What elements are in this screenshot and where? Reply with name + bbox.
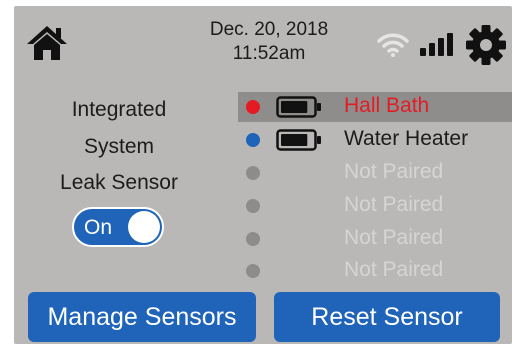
sensor-name: Hall Bath (344, 94, 430, 117)
signal-icon (418, 30, 458, 58)
sensor-row[interactable]: Not Paired (238, 223, 512, 255)
manage-sensors-button[interactable]: Manage Sensors (28, 292, 256, 342)
home-icon[interactable] (26, 24, 68, 62)
status-dot (246, 133, 260, 147)
gear-icon[interactable] (465, 24, 507, 66)
sensor-row[interactable]: Not Paired (238, 157, 512, 189)
sensor-row[interactable]: Not Paired (238, 190, 512, 222)
title-line-2: System (83, 135, 154, 158)
battery-icon (276, 129, 321, 151)
title-line-1: Integrated (71, 98, 167, 121)
status-dot (246, 166, 260, 180)
sensor-name: Not Paired (344, 226, 444, 249)
toggle-knob (128, 211, 160, 243)
leak-sensor-toggle[interactable]: On (72, 207, 164, 247)
sensor-row[interactable]: Water Heater (238, 124, 512, 156)
status-dot (246, 100, 260, 114)
sensor-row[interactable]: Hall Bath (238, 91, 512, 123)
date-time-display: Dec. 20, 2018 11:52am (184, 18, 354, 66)
sensor-row[interactable]: Not Paired (238, 255, 512, 287)
sensor-name: Not Paired (344, 258, 444, 281)
status-dot (246, 199, 260, 213)
reset-sensor-button[interactable]: Reset Sensor (274, 292, 500, 342)
toggle-label: On (84, 216, 113, 239)
sensor-name: Not Paired (344, 160, 444, 183)
thermostat-screen: Dec. 20, 2018 11:52am Integrated System … (14, 6, 512, 344)
sensor-name: Not Paired (344, 193, 444, 216)
battery-icon (276, 96, 321, 118)
status-dot (246, 232, 260, 246)
time-text: 11:52am (232, 43, 306, 64)
title-line-3: Leak Sensor (60, 171, 178, 194)
date-text: Dec. 20, 2018 (209, 19, 329, 40)
status-dot (246, 264, 260, 278)
sensor-name: Water Heater (344, 127, 469, 150)
wifi-icon (376, 30, 410, 58)
